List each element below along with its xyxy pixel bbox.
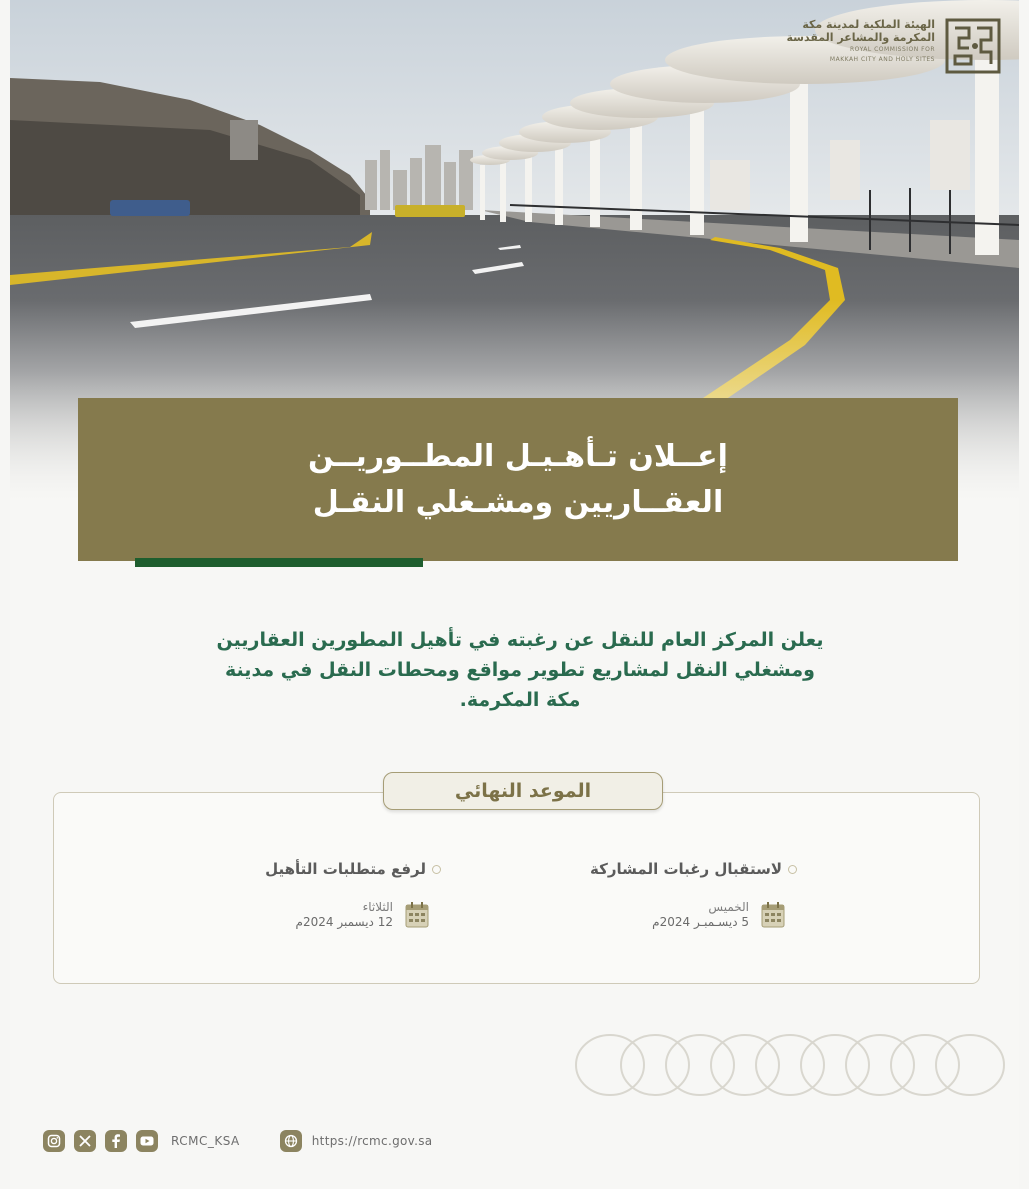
deadline-label: الموعد النهائي — [383, 772, 663, 810]
globe-icon — [279, 1130, 302, 1152]
deadline-date: 12 ديسمبر 2024م — [295, 915, 393, 929]
logo-english-line2: MAKKAH CITY AND HOLY SITES — [829, 55, 935, 63]
website-link[interactable]: https://rcmc.gov.sa — [312, 1134, 433, 1148]
title-banner: إعــلان تـأهـيـل المطــوريــن العقــاريي… — [78, 398, 958, 561]
announcement-poster: الهيئة الملكية لمدينة مكة المكرمة والمشا… — [10, 0, 1019, 1189]
bullet-icon — [432, 864, 441, 874]
decorative-chain-pattern — [575, 1034, 1005, 1096]
deadline-item-qualification: لرفع متطلبات التأهيل الثلاثاء 12 ديسمبر … — [265, 860, 441, 930]
announcement-line-1: يعلن المركز العام للنقل عن رغبته في تأهي… — [216, 629, 824, 651]
logo-arabic-line2: المكرمة والمشاعر المقدسة — [786, 31, 935, 45]
calendar-icon — [405, 902, 429, 928]
x-icon[interactable] — [74, 1130, 96, 1152]
logo-english-line1: ROYAL COMMISSION FOR — [850, 46, 935, 54]
deadline-item-heading: لاستقبال رغبات المشاركة — [590, 860, 782, 878]
deadline-item-participation: لاستقبال رغبات المشاركة الخميس 5 ديسـمبـ… — [590, 860, 797, 930]
youtube-icon[interactable] — [136, 1130, 158, 1152]
announcement-text: يعلن المركز العام للنقل عن رغبته في تأهي… — [120, 625, 920, 715]
rcmc-emblem-icon — [945, 18, 1001, 74]
deadline-day: الخميس — [708, 900, 749, 914]
rcmc-logo: الهيئة الملكية لمدينة مكة المكرمة والمشا… — [787, 18, 1001, 74]
deadline-date: 5 ديسـمبـر 2024م — [652, 915, 749, 929]
facebook-icon[interactable] — [105, 1130, 127, 1152]
bullet-icon — [788, 864, 797, 874]
deadline-panel — [53, 792, 980, 984]
calendar-icon — [761, 902, 785, 928]
logo-arabic-line1: الهيئة الملكية لمدينة مكة — [802, 18, 935, 31]
social-handle[interactable]: RCMC_KSA — [171, 1134, 240, 1148]
footer: RCMC_KSA https://rcmc.gov.sa — [43, 1128, 432, 1154]
deadline-day: الثلاثاء — [362, 900, 393, 914]
accent-bar — [135, 558, 423, 567]
deadline-item-heading: لرفع متطلبات التأهيل — [265, 860, 426, 878]
announcement-line-2: ومشغلي النقل لمشاريع تطوير مواقع ومحطات … — [225, 659, 815, 681]
title-line-2: العقــاريين ومشـغلي النقـل — [312, 484, 724, 520]
announcement-line-3: مكة المكرمة. — [459, 689, 581, 711]
title-line-1: إعــلان تـأهـيـل المطــوريــن — [308, 438, 728, 474]
instagram-icon[interactable] — [43, 1130, 65, 1152]
